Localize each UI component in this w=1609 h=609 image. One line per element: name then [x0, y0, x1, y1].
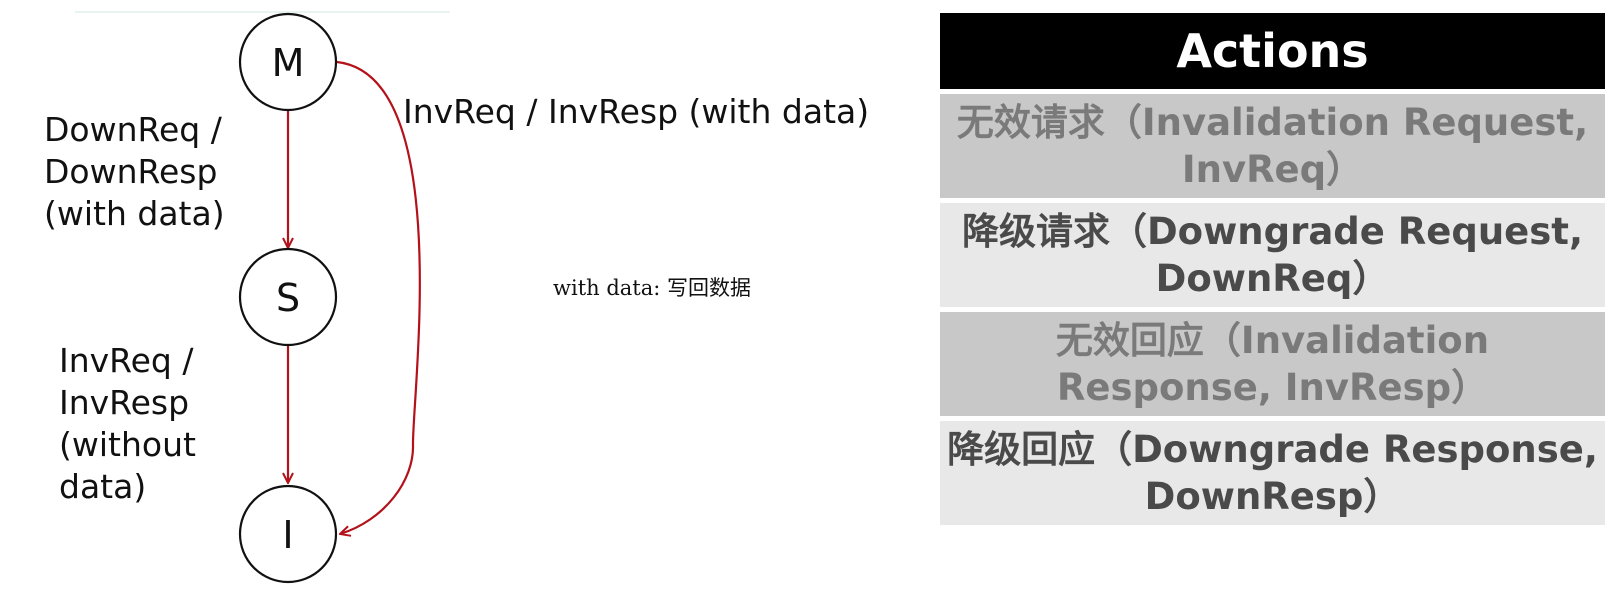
action-row-downgrade-response: 降级回应（Downgrade Response, DownResp） — [940, 421, 1605, 525]
action-row-text: DownResp） — [1144, 475, 1401, 518]
label-m-to-s-line-1: DownReq / — [44, 110, 223, 149]
state-m: M — [238, 12, 338, 112]
action-row-invalidation-response: 无效回应（Invalidation Response, InvResp） — [940, 312, 1605, 416]
action-row-text: 无效请求（Invalidation Request, — [956, 101, 1589, 144]
action-row-text: 降级回应（Downgrade Response, — [947, 428, 1598, 471]
action-row-text: Response, InvResp） — [1056, 366, 1489, 409]
msi-diagram-canvas: M S I DownReq / DownResp (with data) Inv… — [0, 0, 1609, 609]
label-s-to-i-line-2: InvResp — [59, 383, 189, 422]
state-i-label: I — [282, 513, 293, 557]
state-s: S — [238, 247, 338, 347]
label-s-to-i-line-4: data) — [59, 467, 146, 506]
action-row-downgrade-request: 降级请求（Downgrade Request, DownReq） — [940, 203, 1605, 307]
edge-m-to-i — [336, 60, 421, 534]
state-s-label: S — [276, 276, 300, 320]
label-s-to-i: InvReq / InvResp (without data) — [59, 341, 196, 506]
action-row-text: InvReq） — [1181, 148, 1364, 191]
label-s-to-i-line-3: (without — [59, 425, 196, 464]
action-row-text: 无效回应（Invalidation — [1055, 319, 1490, 362]
state-m-label: M — [272, 41, 305, 85]
label-m-to-s-line-3: (with data) — [44, 194, 225, 233]
action-row-text: DownReq） — [1155, 257, 1390, 300]
action-row-text: 降级请求（Downgrade Request, — [961, 210, 1584, 253]
with-data-note: with data: 写回数据 — [553, 276, 751, 300]
label-s-to-i-line-1: InvReq / — [59, 341, 194, 380]
action-row-invalidation-request: 无效请求（Invalidation Request, InvReq） — [940, 94, 1605, 198]
actions-header: Actions — [940, 13, 1605, 89]
label-m-to-s: DownReq / DownResp (with data) — [44, 110, 225, 233]
actions-table: Actions 无效请求（Invalidation Request, InvRe… — [940, 13, 1605, 525]
state-i: I — [238, 484, 338, 584]
label-m-to-s-line-2: DownResp — [44, 152, 217, 191]
label-m-to-i: InvReq / InvResp (with data) — [403, 92, 869, 131]
